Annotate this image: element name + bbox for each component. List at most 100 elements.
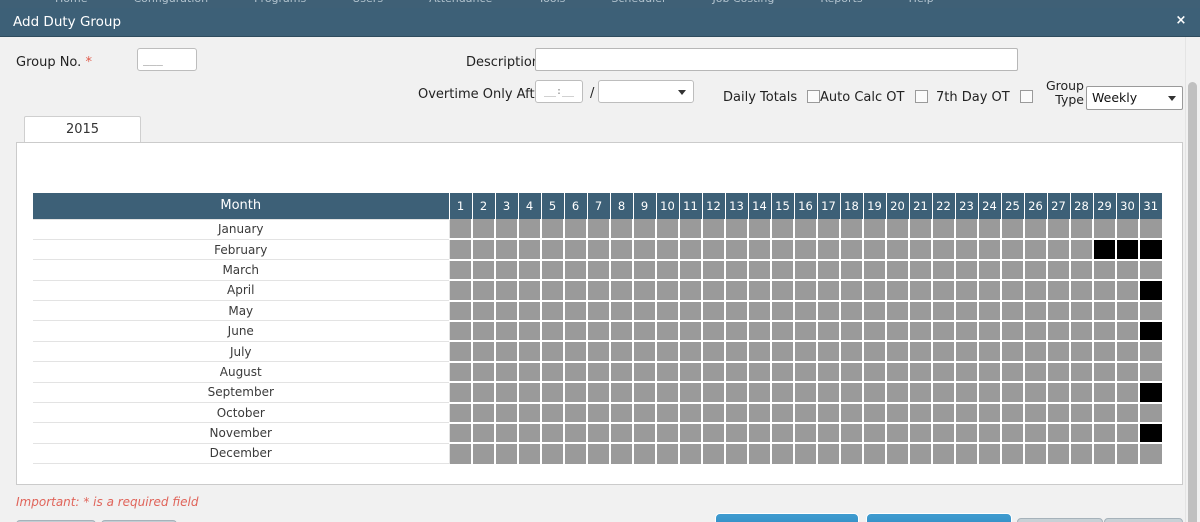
day-cell[interactable] <box>1001 382 1025 404</box>
day-cell[interactable] <box>610 300 634 322</box>
day-cell[interactable] <box>587 382 611 404</box>
day-cell[interactable] <box>932 422 956 445</box>
day-cell[interactable] <box>1116 280 1140 302</box>
day-cell[interactable] <box>794 320 818 343</box>
day-cell[interactable] <box>840 341 864 363</box>
day-cell[interactable] <box>633 361 657 384</box>
day-cell[interactable] <box>1093 320 1117 343</box>
day-cell[interactable] <box>1070 239 1094 261</box>
day-cell[interactable] <box>541 422 565 445</box>
day-cell[interactable] <box>495 361 519 384</box>
day-cell[interactable] <box>564 422 588 445</box>
day-cell[interactable] <box>1024 320 1048 343</box>
day-cell[interactable] <box>702 422 726 445</box>
day-cell[interactable] <box>840 382 864 404</box>
day-cell[interactable] <box>472 402 496 424</box>
day-cell[interactable] <box>518 382 542 404</box>
day-cell[interactable] <box>679 259 703 282</box>
vertical-scrollbar-track[interactable] <box>1185 37 1200 522</box>
day-cell[interactable] <box>955 443 979 464</box>
day-cell[interactable] <box>1093 259 1117 282</box>
day-cell[interactable] <box>610 259 634 282</box>
day-cell[interactable] <box>472 300 496 322</box>
day-cell[interactable] <box>909 382 933 404</box>
day-cell[interactable] <box>541 402 565 424</box>
day-cell[interactable] <box>679 300 703 322</box>
day-cell[interactable] <box>610 361 634 384</box>
app-menu-item[interactable]: Job Costing <box>712 0 774 4</box>
app-menu-item[interactable]: Tools <box>538 0 565 4</box>
day-cell[interactable] <box>1024 341 1048 363</box>
day-cell[interactable] <box>725 443 749 464</box>
day-cell[interactable] <box>633 382 657 404</box>
day-cell[interactable] <box>633 219 657 241</box>
day-cell[interactable] <box>909 259 933 282</box>
day-cell[interactable] <box>725 402 749 424</box>
day-cell[interactable] <box>1116 361 1140 384</box>
day-cell[interactable] <box>725 259 749 282</box>
day-cell[interactable] <box>1001 361 1025 384</box>
day-cell[interactable] <box>633 402 657 424</box>
day-cell[interactable] <box>518 443 542 464</box>
day-cell[interactable] <box>909 320 933 343</box>
day-cell[interactable] <box>840 239 864 261</box>
day-cell[interactable] <box>1116 219 1140 241</box>
day-cell[interactable] <box>449 402 473 424</box>
day-cell[interactable] <box>1047 280 1071 302</box>
day-cell[interactable] <box>909 239 933 261</box>
day-cell[interactable] <box>978 219 1002 241</box>
day-cell[interactable] <box>863 382 887 404</box>
day-cell[interactable] <box>886 402 910 424</box>
day-cell[interactable] <box>1070 382 1094 404</box>
day-cell[interactable] <box>587 341 611 363</box>
day-cell[interactable] <box>794 300 818 322</box>
day-cell[interactable] <box>541 300 565 322</box>
app-menu-item[interactable]: Home <box>55 0 87 4</box>
day-cell[interactable] <box>679 382 703 404</box>
day-cell[interactable] <box>1070 320 1094 343</box>
day-cell[interactable] <box>955 320 979 343</box>
day-cell[interactable] <box>1047 320 1071 343</box>
day-cell[interactable] <box>633 300 657 322</box>
day-cell[interactable] <box>909 361 933 384</box>
day-cell[interactable] <box>725 300 749 322</box>
day-cell[interactable] <box>863 239 887 261</box>
day-cell[interactable] <box>794 341 818 363</box>
day-cell[interactable] <box>1070 341 1094 363</box>
day-cell[interactable] <box>1139 259 1162 282</box>
tab-2015[interactable]: 2015 <box>24 116 141 143</box>
day-cell[interactable] <box>495 219 519 241</box>
day-cell[interactable] <box>1070 219 1094 241</box>
day-cell[interactable] <box>1139 300 1162 322</box>
day-cell[interactable] <box>1047 239 1071 261</box>
day-cell[interactable] <box>1116 443 1140 464</box>
day-cell[interactable] <box>978 300 1002 322</box>
day-cell[interactable] <box>955 382 979 404</box>
overtime-unit-select[interactable] <box>598 80 694 103</box>
group-no-input[interactable]: ___ <box>137 48 197 71</box>
day-cell[interactable] <box>656 219 680 241</box>
day-cell[interactable] <box>909 219 933 241</box>
day-cell[interactable] <box>656 402 680 424</box>
day-cell[interactable] <box>794 402 818 424</box>
day-cell[interactable] <box>886 259 910 282</box>
day-cell[interactable] <box>1070 259 1094 282</box>
day-cell[interactable] <box>978 402 1002 424</box>
day-cell[interactable] <box>932 300 956 322</box>
day-cell[interactable] <box>1024 280 1048 302</box>
day-cell[interactable] <box>748 402 772 424</box>
day-cell[interactable] <box>1116 422 1140 445</box>
day-cell[interactable] <box>794 259 818 282</box>
day-cell[interactable] <box>656 422 680 445</box>
day-cell[interactable] <box>1139 443 1162 464</box>
day-cell[interactable] <box>495 239 519 261</box>
day-cell[interactable] <box>932 341 956 363</box>
day-cell[interactable] <box>1024 402 1048 424</box>
day-cell[interactable] <box>794 382 818 404</box>
day-cell[interactable] <box>564 320 588 343</box>
day-cell[interactable] <box>518 320 542 343</box>
day-cell[interactable] <box>472 361 496 384</box>
day-cell[interactable] <box>1116 402 1140 424</box>
day-cell[interactable] <box>909 443 933 464</box>
day-cell[interactable] <box>564 382 588 404</box>
